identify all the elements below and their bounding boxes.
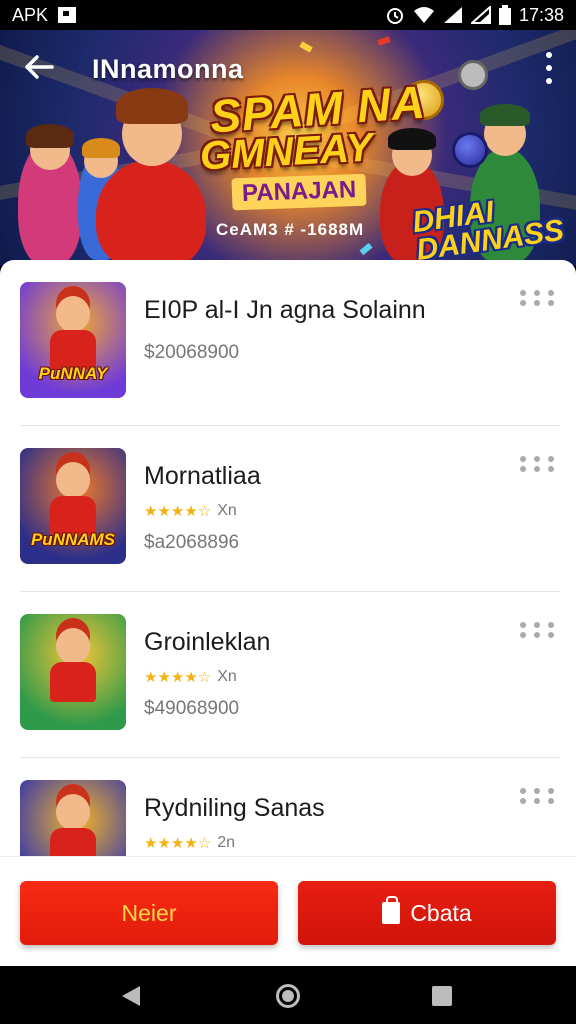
character-girl <box>18 124 82 266</box>
dot <box>520 632 526 638</box>
item-title: Rydniling Sanas <box>144 794 325 822</box>
overflow-menu-button[interactable] <box>542 52 556 84</box>
rating-value: Xn <box>217 502 237 519</box>
item-rating: ★★★★☆ Xn <box>144 502 237 520</box>
grid-dots-icon[interactable] <box>520 788 556 806</box>
banner-logo-line2: GMNEAY <box>198 125 374 179</box>
menu-dot <box>546 65 552 71</box>
rating-value: 2n <box>217 834 236 851</box>
thumbnail-title: PuNNAY <box>38 364 108 383</box>
item-price: $20068900 <box>144 342 240 363</box>
thumbnail-title: PuNNAMS <box>30 530 116 549</box>
wifi-icon <box>413 6 435 24</box>
app-title: INnamonna <box>92 54 244 84</box>
dot <box>534 798 540 804</box>
item-title: Mornatliaa <box>144 462 261 490</box>
nav-back-icon[interactable] <box>122 986 140 1006</box>
nav-home-icon[interactable] <box>276 984 300 1008</box>
dot <box>548 300 554 306</box>
dot <box>534 622 540 628</box>
dot <box>534 300 540 306</box>
right-button-label: Cbata <box>410 899 472 926</box>
shopping-bag-icon <box>382 896 401 924</box>
list-item[interactable]: PuNNAY EI0P al-I Jn agna Solainn $20068900 <box>0 260 576 426</box>
status-app-label: APK <box>12 4 49 25</box>
game-thumbnail[interactable] <box>20 614 126 730</box>
battery-icon <box>498 5 511 25</box>
left-button-label: Neier <box>121 899 177 926</box>
dot <box>520 622 526 628</box>
rating-value: Xn <box>217 668 237 685</box>
list-item[interactable]: Groinleklan ★★★★☆ Xn $49068900 <box>0 592 576 758</box>
dot <box>534 788 540 794</box>
list-item[interactable]: PuNNAMS Mornatliaa ★★★★☆ Xn $a2068896 <box>0 426 576 592</box>
thumbnail-character-body <box>50 828 96 856</box>
dot <box>548 798 554 804</box>
signal-2-icon <box>470 6 491 24</box>
dot <box>548 622 554 628</box>
item-price: $a2068896 <box>144 532 240 553</box>
dot <box>534 632 540 638</box>
signal-icon <box>443 6 463 24</box>
dot <box>548 466 554 472</box>
grid-dots-icon[interactable] <box>520 290 556 308</box>
confetti <box>377 36 391 46</box>
list-item[interactable]: Papeal!Rydniling Sanas★★★★☆2n$84883890 <box>0 758 576 856</box>
star-rating-icon: ★★★★☆ <box>144 669 212 686</box>
thumbnail-character <box>56 462 90 498</box>
dot <box>548 290 554 296</box>
character-hero <box>96 88 206 266</box>
grid-dots-icon[interactable] <box>520 622 556 640</box>
star-rating-icon: ★★★★☆ <box>144 835 212 852</box>
dot <box>520 466 526 472</box>
dot <box>534 456 540 462</box>
game-thumbnail[interactable]: PuNNAMS <box>20 448 126 564</box>
thumbnail-character <box>56 794 90 830</box>
dot <box>520 456 526 462</box>
more-vert-icon <box>546 52 552 58</box>
item-rating: ★★★★☆ 2n <box>144 834 235 852</box>
dot <box>548 788 554 794</box>
confetti <box>299 41 313 53</box>
back-button[interactable] <box>22 50 58 86</box>
dot <box>534 466 540 472</box>
primary-left-button[interactable]: Neier <box>20 881 278 945</box>
thumbnail-character <box>56 628 90 664</box>
nav-recent-icon[interactable] <box>432 986 452 1006</box>
dot <box>520 290 526 296</box>
thumbnail-character <box>56 296 90 332</box>
menu-dot <box>546 78 552 84</box>
dot <box>534 290 540 296</box>
item-rating: ★★★★☆ Xn <box>144 668 237 686</box>
system-nav-bar <box>0 966 576 1024</box>
dot <box>520 788 526 794</box>
alarm-icon <box>385 5 405 25</box>
game-thumbnail[interactable]: Papeal! <box>20 780 126 856</box>
banner-tagline: CeAM3 # -1688M <box>216 220 365 239</box>
hero-banner: SPAM NA GMNEAY PANAJAN CeAM3 # -1688M DH… <box>0 30 576 266</box>
dot <box>548 632 554 638</box>
status-bar: APK 17:38 <box>0 0 576 30</box>
grid-dots-icon[interactable] <box>520 456 556 474</box>
notification-icon <box>58 7 77 23</box>
arrow-left-icon <box>25 55 54 79</box>
microphone-icon <box>458 60 488 90</box>
banner-logo-line3: PANAJAN <box>231 173 367 211</box>
game-list: PuNNAY EI0P al-I Jn agna Solainn $20068900… <box>0 260 576 856</box>
item-price: $49068900 <box>144 698 240 719</box>
buy-button[interactable]: Cbata <box>298 881 556 945</box>
game-thumbnail[interactable]: PuNNAY <box>20 282 126 398</box>
action-bar: Neier Cbata <box>0 856 576 966</box>
item-title: Groinleklan <box>144 628 271 656</box>
item-title: EI0P al-I Jn agna Solainn <box>144 296 426 324</box>
dot <box>520 300 526 306</box>
thumbnail-character-body <box>50 662 96 702</box>
confetti <box>359 242 373 256</box>
dot <box>520 798 526 804</box>
token-icon <box>452 132 488 168</box>
star-rating-icon: ★★★★☆ <box>144 503 212 520</box>
dot <box>548 456 554 462</box>
status-time: 17:38 <box>518 4 564 25</box>
